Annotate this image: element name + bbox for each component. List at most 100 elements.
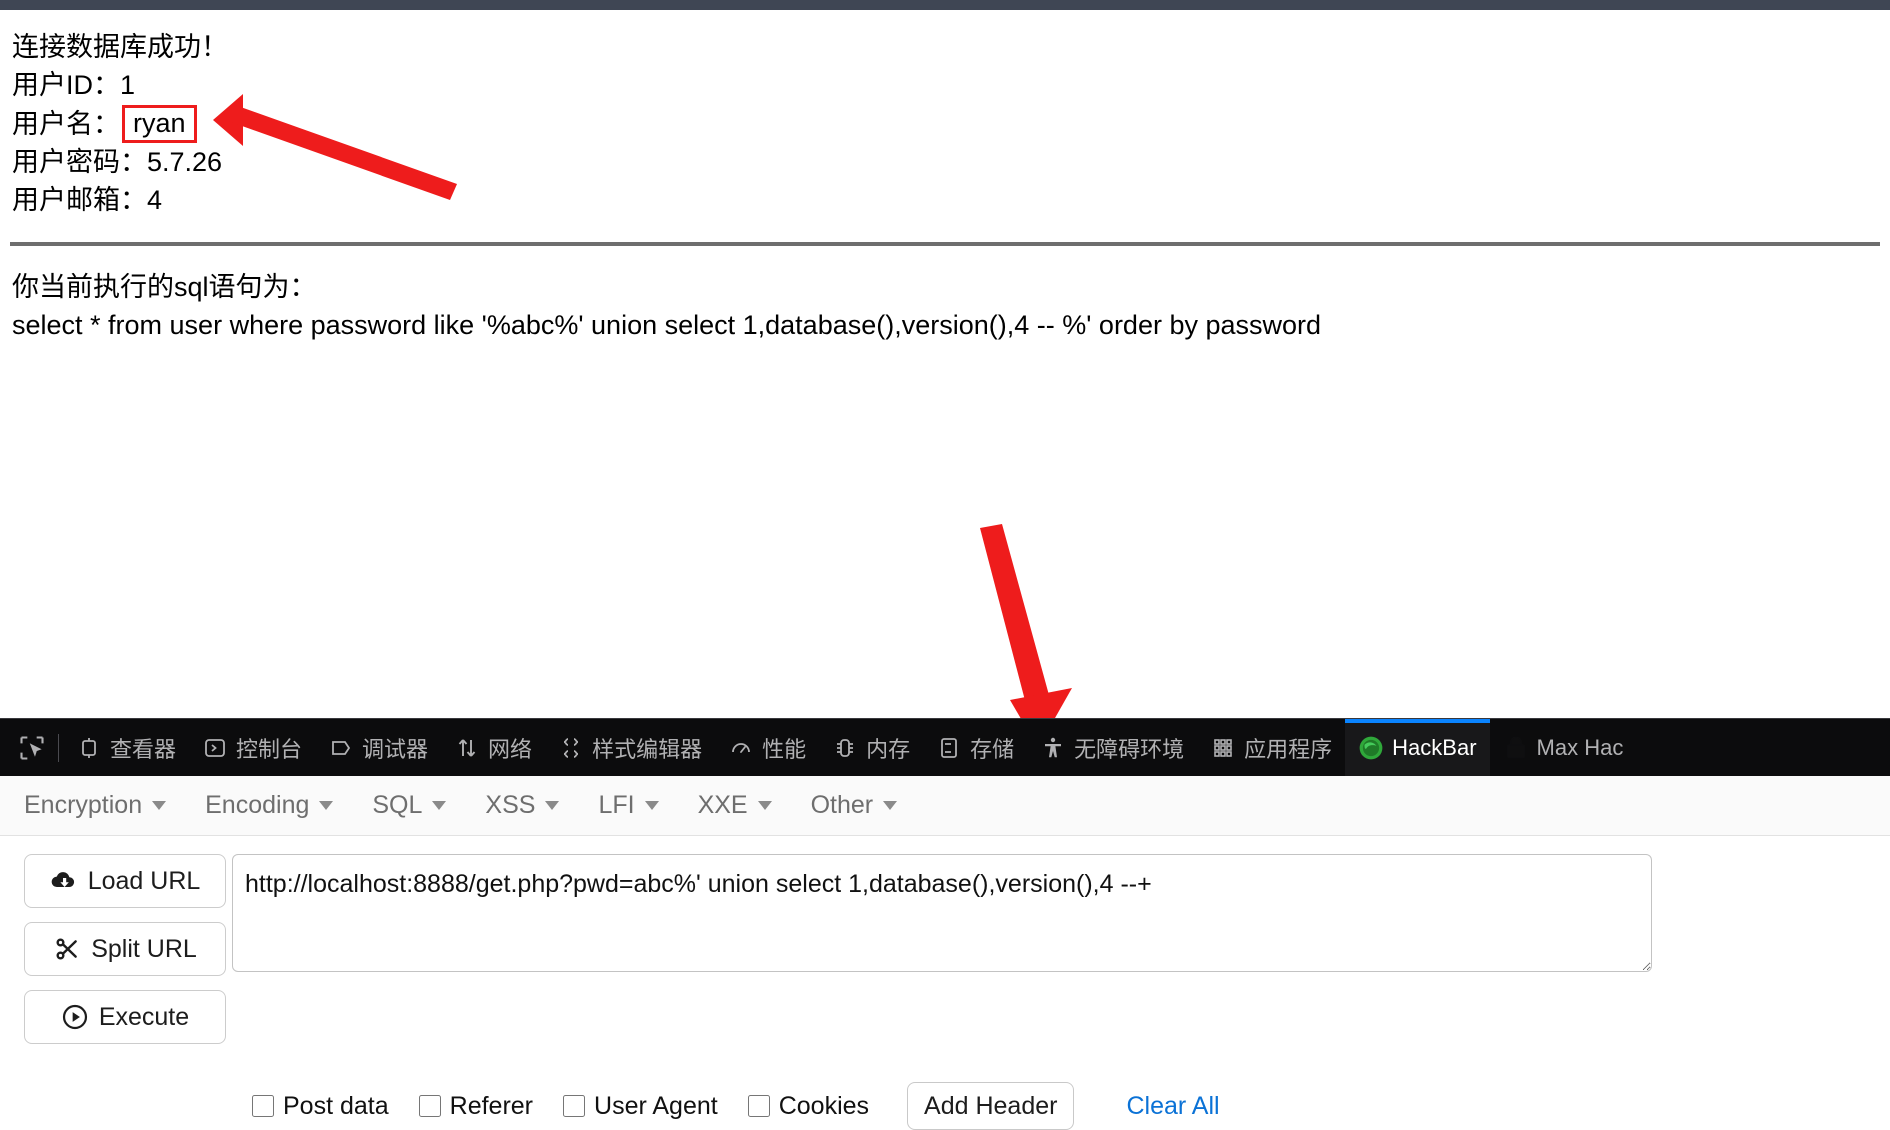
menu-sql[interactable]: SQL <box>372 791 447 820</box>
accessibility-icon <box>1040 735 1066 761</box>
db-connect-status: 连接数据库成功！ <box>12 32 228 62</box>
memory-icon <box>832 735 858 761</box>
option-referer[interactable]: Referer <box>418 1091 534 1121</box>
option-label: Cookies <box>778 1091 870 1120</box>
element-picker-icon[interactable] <box>6 719 58 776</box>
tab-hackbar[interactable]: HackBar <box>1345 719 1490 776</box>
lock-icon <box>1503 735 1529 761</box>
console-icon <box>202 735 228 761</box>
tab-network[interactable]: 网络 <box>441 719 545 776</box>
tab-label: 内存 <box>866 736 911 762</box>
tab-label: 查看器 <box>110 736 177 762</box>
storage-icon <box>936 735 962 761</box>
username-highlight-box: ryan <box>122 104 197 143</box>
tab-accessibility[interactable]: 无障碍环境 <box>1027 719 1197 776</box>
tab-label: Max Hac <box>1536 734 1624 760</box>
sql-output-block: 你当前执行的sql语句为： select * from user where p… <box>0 246 1890 345</box>
sql-heading: 你当前执行的sql语句为： <box>12 271 317 302</box>
devtools-tabbar: 查看器 控制台 调试器 网络 样式编辑器 性能 内存 存储 无障碍环境 应用程序… <box>0 718 1890 776</box>
hackbar-options-row: Post data Referer User Agent Cookies Add… <box>0 1082 1890 1130</box>
menu-label: XSS <box>485 791 536 819</box>
tab-style-editor[interactable]: 样式编辑器 <box>545 719 715 776</box>
chevron-down-icon <box>644 801 659 810</box>
password-label: 用户密码： <box>12 146 147 177</box>
button-label: Split URL <box>91 934 197 963</box>
clear-all-link[interactable]: Clear All <box>1126 1092 1219 1121</box>
menu-encoding[interactable]: Encoding <box>205 791 334 820</box>
tab-performance[interactable]: 性能 <box>715 719 819 776</box>
toolbar-divider <box>58 733 59 762</box>
tab-debugger[interactable]: 调试器 <box>315 719 441 776</box>
hackbar-panel: Encryption Encoding SQL XSS LFI XXE Othe… <box>0 776 1890 1130</box>
hackbar-menubar: Encryption Encoding SQL XSS LFI XXE Othe… <box>0 776 1890 836</box>
option-label: User Agent <box>594 1091 718 1120</box>
menu-xss[interactable]: XSS <box>485 791 560 820</box>
load-url-button[interactable]: Load URL <box>24 854 226 908</box>
tab-label: 性能 <box>762 736 807 762</box>
style-editor-icon <box>558 735 584 761</box>
menu-label: Other <box>810 791 874 819</box>
option-label: Referer <box>449 1091 534 1120</box>
tab-label: 样式编辑器 <box>592 736 703 762</box>
chevron-down-icon <box>883 801 898 810</box>
hackbar-action-buttons: Load URL Split URL Execute <box>0 854 232 1058</box>
option-user-agent[interactable]: User Agent <box>563 1092 718 1121</box>
option-post-data[interactable]: Post data <box>252 1092 389 1121</box>
tab-label: 应用程序 <box>1244 736 1333 762</box>
hackbar-body: Load URL Split URL Execute http://localh… <box>0 836 1890 1058</box>
chevron-down-icon <box>319 801 334 810</box>
tab-max-hackbar[interactable]: Max Hac <box>1490 719 1637 776</box>
tab-memory[interactable]: 内存 <box>819 719 923 776</box>
option-label: Post data <box>283 1091 389 1120</box>
network-icon <box>454 735 480 761</box>
user-id-label: 用户ID： <box>12 70 120 101</box>
menu-encryption[interactable]: Encryption <box>24 791 167 820</box>
split-url-button[interactable]: Split URL <box>24 922 226 976</box>
execute-button[interactable]: Execute <box>24 990 226 1044</box>
add-header-button[interactable]: Add Header <box>907 1082 1075 1130</box>
tab-label: 存储 <box>970 736 1015 762</box>
option-cookies[interactable]: Cookies <box>747 1091 870 1121</box>
cloud-download-icon <box>50 867 78 895</box>
user-id-value: 1 <box>120 70 136 101</box>
chevron-down-icon <box>152 801 167 810</box>
menu-label: LFI <box>598 791 635 819</box>
tab-inspector[interactable]: 查看器 <box>63 719 189 776</box>
password-line: 用户密码：5.7.26 <box>12 143 1878 181</box>
php-page-output: 连接数据库成功！ 用户ID：1 用户名： ryan 用户密码：5.7.26 用户邮… <box>0 10 1890 220</box>
chevron-down-icon <box>757 801 772 810</box>
tab-label: HackBar <box>1392 734 1477 760</box>
user-id-line: 用户ID：1 <box>12 66 1878 104</box>
tab-label: 无障碍环境 <box>1074 736 1185 762</box>
sql-statement: select * from user where password like '… <box>12 309 1322 340</box>
play-circle-icon <box>61 1003 89 1031</box>
button-label: Load URL <box>87 866 201 895</box>
tab-label: 网络 <box>488 736 533 762</box>
debugger-icon <box>328 735 354 761</box>
performance-icon <box>728 735 754 761</box>
referer-checkbox[interactable] <box>418 1095 441 1117</box>
username-label: 用户名： <box>12 108 120 139</box>
tab-storage[interactable]: 存储 <box>923 719 1027 776</box>
username-value: ryan <box>133 107 186 138</box>
tab-application[interactable]: 应用程序 <box>1197 719 1345 776</box>
email-line: 用户邮箱：4 <box>12 181 1878 219</box>
menu-lfi[interactable]: LFI <box>598 791 659 820</box>
button-label: Execute <box>98 1002 190 1031</box>
hackbar-url-area <box>232 854 1890 1058</box>
cookies-checkbox[interactable] <box>747 1095 770 1117</box>
password-value: 5.7.26 <box>147 146 223 177</box>
inspector-icon <box>76 735 102 761</box>
url-input[interactable] <box>232 854 1652 972</box>
menu-label: Encryption <box>24 791 143 819</box>
post-data-checkbox[interactable] <box>252 1095 274 1117</box>
menu-xxe[interactable]: XXE <box>698 791 772 820</box>
tab-label: 控制台 <box>236 736 303 762</box>
devtools-panel: 查看器 控制台 调试器 网络 样式编辑器 性能 内存 存储 无障碍环境 应用程序… <box>0 718 1890 1130</box>
menu-other[interactable]: Other <box>811 791 898 820</box>
tab-console[interactable]: 控制台 <box>189 719 315 776</box>
user-agent-checkbox[interactable] <box>563 1095 586 1117</box>
application-icon <box>1210 735 1236 761</box>
chevron-down-icon <box>432 801 447 810</box>
menu-label: SQL <box>372 791 423 819</box>
